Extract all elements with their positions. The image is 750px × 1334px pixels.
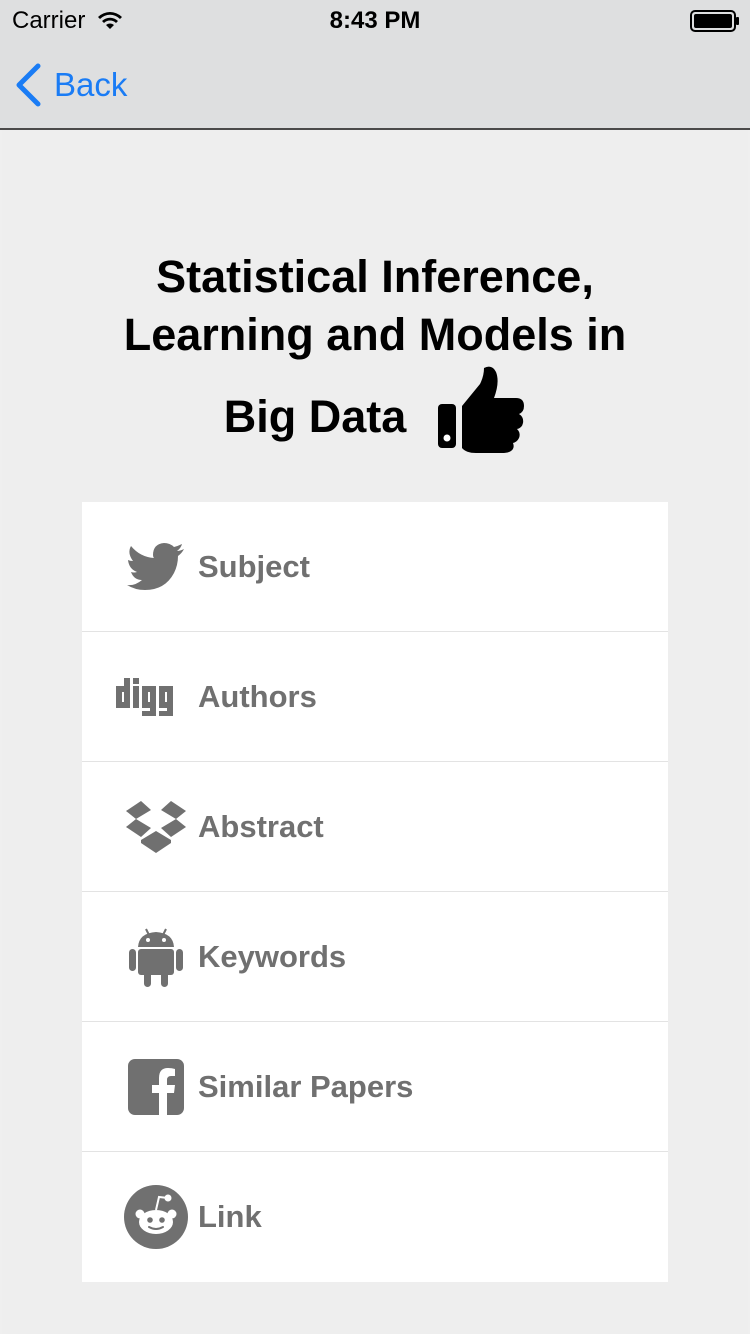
dropbox-icon <box>118 797 194 857</box>
menu-item-subject[interactable]: Subject <box>82 502 668 632</box>
android-icon <box>118 927 194 987</box>
menu-item-keywords[interactable]: Keywords <box>82 892 668 1022</box>
menu-item-similar-papers[interactable]: Similar Papers <box>82 1022 668 1152</box>
reddit-icon <box>118 1184 194 1250</box>
chevron-left-icon <box>16 63 41 107</box>
menu-item-label: Link <box>198 1199 262 1234</box>
back-label: Back <box>54 66 128 103</box>
back-button[interactable]: Back <box>14 62 127 108</box>
facebook-icon <box>118 1057 194 1117</box>
menu-item-authors[interactable]: Authors <box>82 632 668 762</box>
status-bar: Carrier 8:43 PM <box>0 0 750 40</box>
status-time: 8:43 PM <box>329 7 421 34</box>
twitter-icon <box>118 537 194 597</box>
menu-list: Subject Authors Abstract Keywords Simila… <box>82 502 668 1282</box>
menu-item-abstract[interactable]: Abstract <box>82 762 668 892</box>
menu-item-label: Authors <box>198 679 317 714</box>
menu-item-link[interactable]: Link <box>82 1152 668 1282</box>
thumbs-up-icon[interactable] <box>436 364 526 454</box>
title-line-3: Big Data <box>223 391 407 442</box>
menu-item-label: Abstract <box>198 809 324 844</box>
page-title: Statistical Inference, Learning and Mode… <box>2 248 748 454</box>
battery-icon <box>690 10 739 32</box>
navigation-bar: Back <box>0 40 750 130</box>
digg-icon <box>116 667 192 727</box>
title-line-2: Learning and Models in <box>123 309 627 360</box>
content-area: Statistical Inference, Learning and Mode… <box>2 130 748 1334</box>
menu-item-label: Similar Papers <box>198 1069 414 1104</box>
menu-item-label: Subject <box>198 549 310 584</box>
title-line-1: Statistical Inference, <box>156 251 594 302</box>
menu-item-label: Keywords <box>198 939 347 974</box>
